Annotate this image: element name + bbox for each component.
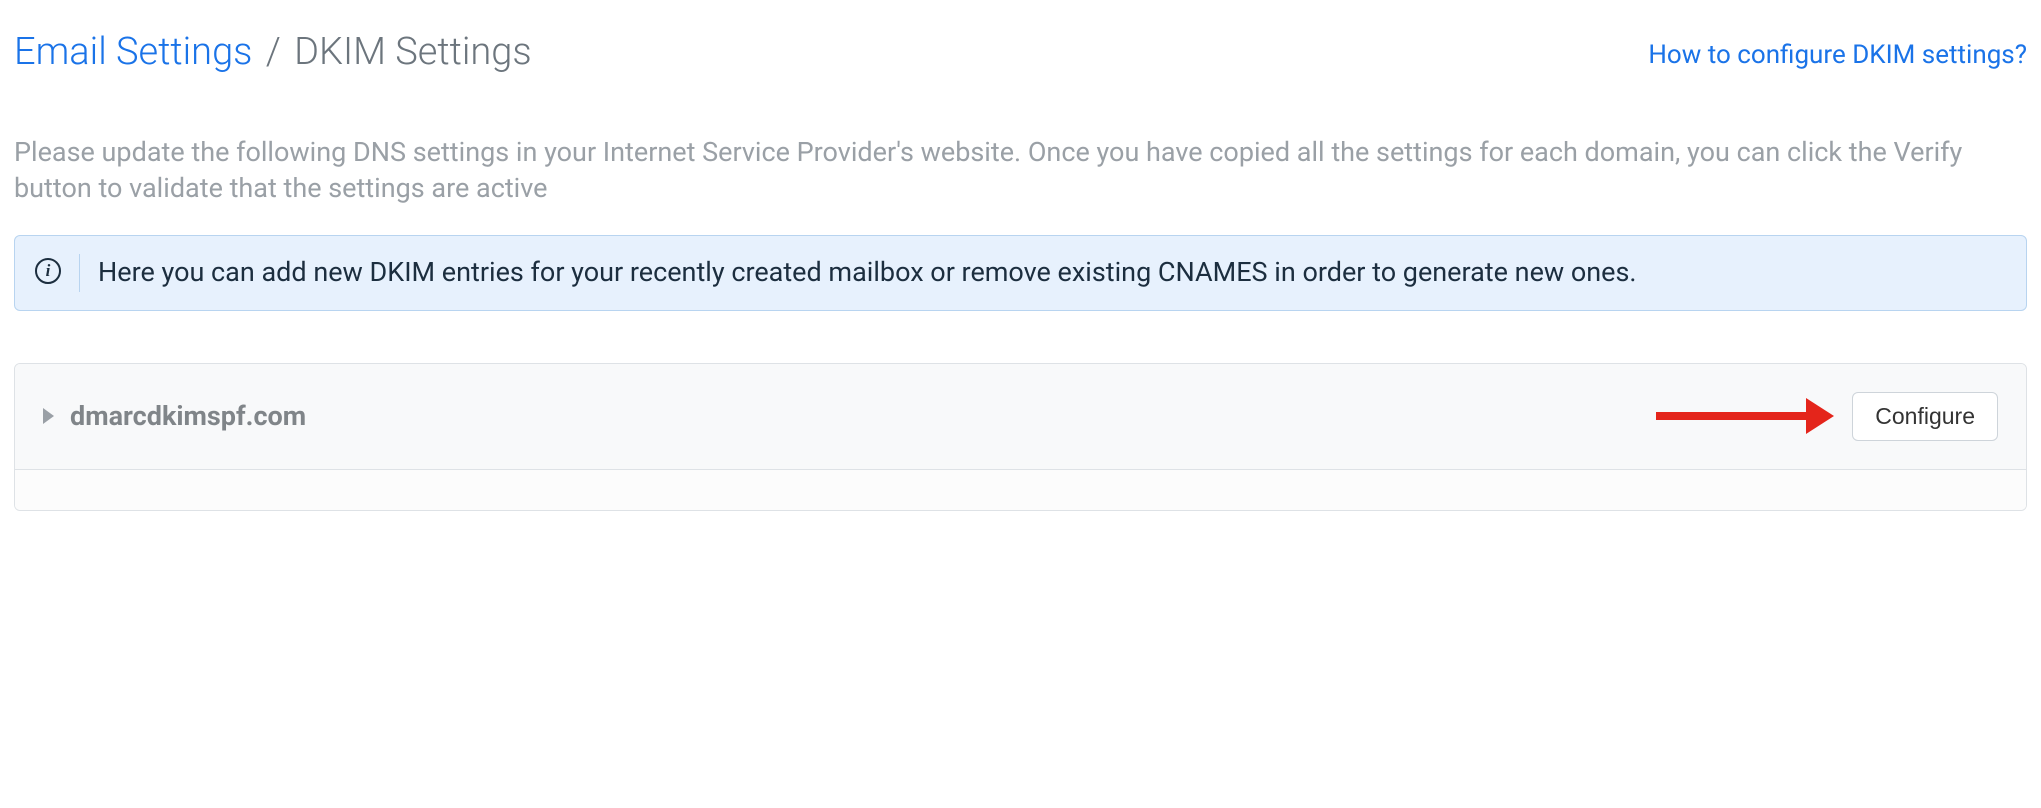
arrow-head-icon [1806, 398, 1834, 434]
info-icon: i [35, 258, 61, 284]
domain-row-left: dmarcdkimspf.com [43, 400, 306, 432]
domain-name: dmarcdkimspf.com [70, 400, 306, 432]
page-description: Please update the following DNS settings… [14, 134, 2027, 207]
info-banner: i Here you can add new DKIM entries for … [14, 235, 2027, 311]
breadcrumb-separator: / [266, 30, 281, 74]
panel-spacer [15, 470, 2026, 510]
domain-panel: dmarcdkimspf.com Configure [14, 363, 2027, 511]
breadcrumb: Email Settings / DKIM Settings [14, 30, 532, 74]
domain-row-right: Configure [1656, 392, 1998, 441]
breadcrumb-parent-link[interactable]: Email Settings [14, 30, 252, 74]
info-divider [79, 254, 80, 292]
page-header: Email Settings / DKIM Settings How to co… [14, 30, 2027, 74]
domain-row[interactable]: dmarcdkimspf.com Configure [15, 364, 2026, 470]
configure-button[interactable]: Configure [1852, 392, 1998, 441]
arrow-line [1656, 412, 1806, 420]
help-link[interactable]: How to configure DKIM settings? [1648, 40, 2027, 70]
info-banner-text: Here you can add new DKIM entries for yo… [98, 254, 1637, 292]
chevron-right-icon[interactable] [43, 408, 54, 424]
arrow-annotation [1656, 398, 1834, 434]
breadcrumb-current: DKIM Settings [294, 30, 532, 74]
